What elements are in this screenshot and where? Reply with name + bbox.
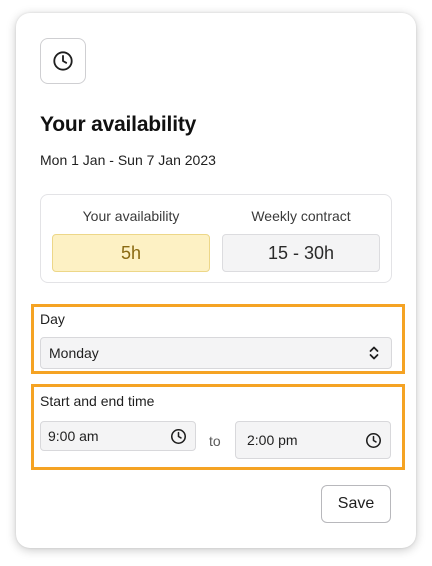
clock-icon[interactable]	[365, 432, 382, 449]
contract-label: Weekly contract	[251, 208, 351, 224]
end-time-input[interactable]: 2:00 pm	[235, 421, 391, 459]
day-select-value: Monday	[49, 345, 99, 361]
time-separator: to	[209, 433, 221, 449]
availability-summary: Your availability 5h Weekly contract 15 …	[40, 194, 392, 283]
end-time-value: 2:00 pm	[247, 432, 298, 448]
clock-icon[interactable]	[170, 428, 187, 445]
availability-value: 5h	[52, 234, 210, 272]
chevron-up-down-icon	[369, 346, 379, 360]
clock-icon	[53, 51, 73, 71]
page: Your availability Mon 1 Jan - Sun 7 Jan …	[0, 0, 432, 566]
time-label: Start and end time	[40, 393, 155, 409]
availability-label: Your availability	[82, 208, 180, 224]
page-title: Your availability	[40, 113, 197, 136]
time-section: Start and end time 9:00 am to 2:00 pm	[31, 384, 405, 470]
day-select[interactable]: Monday	[40, 337, 392, 369]
day-section: Day Monday	[31, 304, 405, 374]
contract-value: 15 - 30h	[222, 234, 380, 272]
start-time-value: 9:00 am	[48, 428, 99, 444]
start-time-input[interactable]: 9:00 am	[40, 421, 196, 451]
save-button[interactable]: Save	[321, 485, 391, 523]
availability-card: Your availability Mon 1 Jan - Sun 7 Jan …	[16, 13, 416, 548]
day-label: Day	[40, 311, 65, 327]
date-range: Mon 1 Jan - Sun 7 Jan 2023	[40, 152, 216, 168]
header-clock-badge	[40, 38, 86, 84]
